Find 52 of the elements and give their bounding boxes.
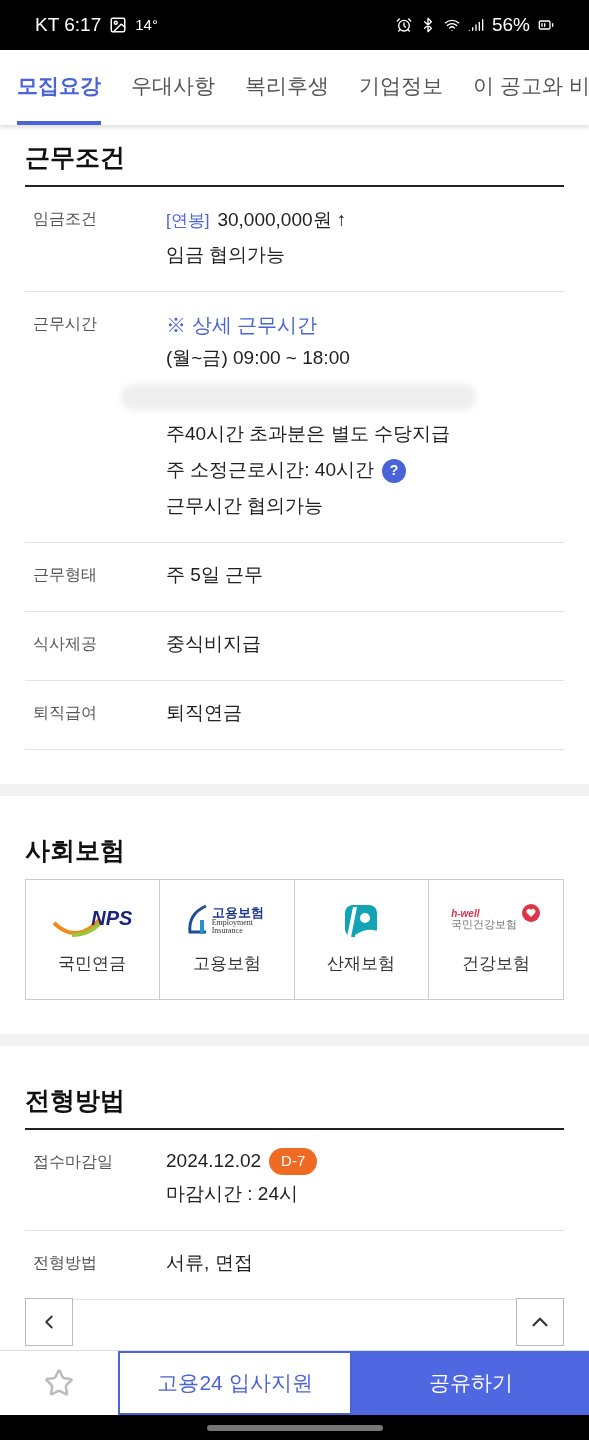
insurance-label: 산재보험 [327, 952, 396, 975]
value-text: (월~금) 09:00 ~ 18:00 [166, 346, 350, 371]
salary-type: [연봉] [166, 209, 210, 232]
d-day-badge: D-7 [269, 1148, 318, 1175]
value-text: 중식비지급 [166, 632, 261, 657]
detail-hours-link[interactable]: ※ 상세 근무시간 [166, 309, 318, 340]
temperature-text: 14° [135, 14, 158, 35]
row-label: 근무시간 [32, 313, 98, 334]
clock-text: KT 6:17 [35, 12, 102, 37]
image-icon [109, 16, 128, 34]
insurance-label: 고용보험 [192, 952, 261, 975]
battery-text: 56% [491, 12, 530, 37]
nhis-logo: h-well 국민건강보험 [451, 902, 542, 939]
value-text: 서류, 면접 [166, 1251, 253, 1276]
comwel-logo [343, 902, 380, 939]
star-icon [44, 1368, 74, 1398]
row-label: 임금조건 [32, 208, 98, 229]
value-text: 퇴직연금 [166, 701, 242, 726]
row-label: 식사제공 [32, 633, 98, 654]
insurance-label: 국민연금 [58, 952, 127, 975]
back-button[interactable] [25, 1298, 73, 1346]
tab[interactable]: 모집요강 [17, 50, 101, 125]
alarm-icon [395, 17, 412, 33]
insurance-label: 건강보험 [462, 952, 531, 975]
nps-logo: NPS [52, 902, 133, 939]
value-text: 임금 협의가능 [166, 243, 286, 268]
tab[interactable]: 복리후생 [245, 50, 329, 125]
section-title: 사회보험 [25, 834, 126, 866]
wifi-icon [443, 17, 460, 33]
scroll-top-button[interactable] [516, 1298, 564, 1346]
row-label: 퇴직급여 [32, 702, 98, 723]
row-label: 근무형태 [32, 564, 98, 585]
signal-icon [467, 17, 484, 33]
value-text: 주40시간 초과분은 별도 수당지급 [166, 422, 450, 447]
tab[interactable]: 우대사항 [131, 50, 215, 125]
value-text: 근무시간 협의가능 [166, 494, 324, 519]
battery-icon [538, 17, 554, 33]
salary-amount: 30,000,000원 ↑ [217, 208, 347, 233]
tab[interactable]: 이 공고와 비 [473, 50, 589, 125]
ei-logo: 고용보험 Employment Insurance [185, 902, 268, 939]
share-button[interactable]: 공유하기 [352, 1351, 589, 1415]
help-icon[interactable]: ? [382, 458, 406, 483]
value-text: 주 소정근로시간: 40시간 [166, 458, 374, 483]
value-text: 2024.12.02 [166, 1149, 262, 1174]
section-title: 근무조건 [25, 125, 564, 187]
row-label: 전형방법 [32, 1252, 98, 1273]
apply-button[interactable]: 고용24 입사지원 [118, 1351, 352, 1415]
value-text: 마감시간 : 24시 [166, 1182, 298, 1207]
row-label: 접수마감일 [32, 1151, 114, 1172]
tab[interactable]: 기업정보 [359, 50, 443, 125]
section-title: 전형방법 [25, 1046, 564, 1130]
value-text: 주 5일 근무 [166, 563, 264, 588]
